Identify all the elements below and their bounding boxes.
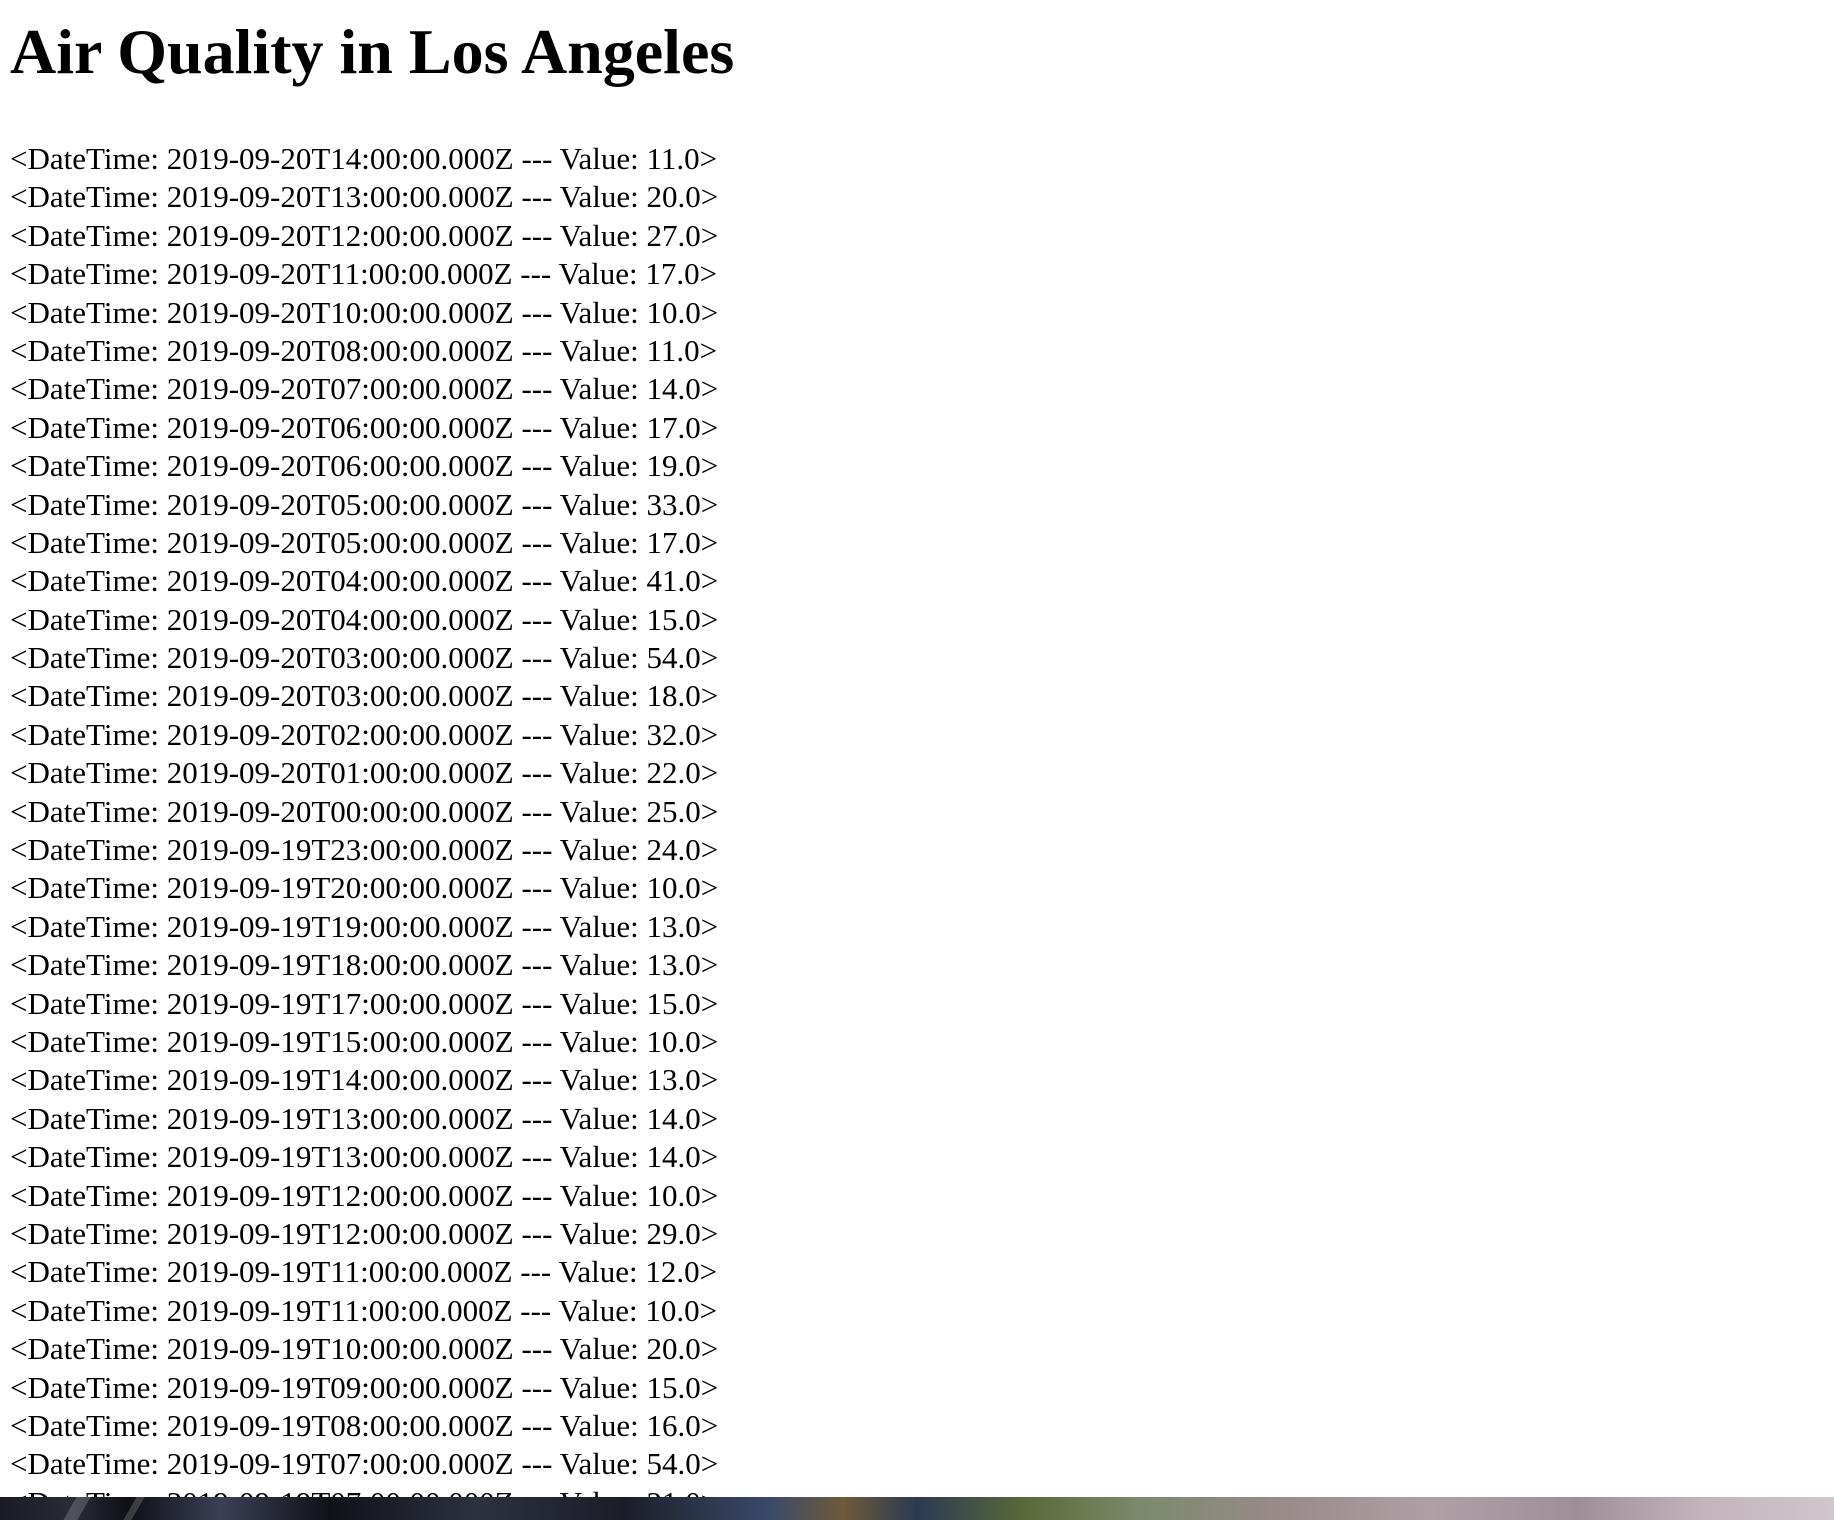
- reading-item: <DateTime: 2019-09-19T07:00:00.000Z --- …: [10, 1446, 719, 1482]
- reading-item: <DateTime: 2019-09-20T13:00:00.000Z --- …: [10, 179, 719, 215]
- wallpaper-streak: [63, 1497, 91, 1520]
- reading-item: <DateTime: 2019-09-20T05:00:00.000Z --- …: [10, 486, 719, 522]
- reading-item: <DateTime: 2019-09-19T20:00:00.000Z --- …: [10, 870, 719, 906]
- reading-item: <DateTime: 2019-09-19T08:00:00.000Z --- …: [10, 1407, 719, 1443]
- reading-item: <DateTime: 2019-09-20T04:00:00.000Z --- …: [10, 563, 719, 599]
- reading-item: <DateTime: 2019-09-20T00:00:00.000Z --- …: [10, 793, 719, 829]
- reading-item: <DateTime: 2019-09-20T11:00:00.000Z --- …: [10, 256, 718, 292]
- reading-item: <DateTime: 2019-09-20T06:00:00.000Z --- …: [10, 409, 719, 445]
- reading-item: <DateTime: 2019-09-19T09:00:00.000Z --- …: [10, 1369, 719, 1405]
- reading-item: <DateTime: 2019-09-20T08:00:00.000Z --- …: [10, 332, 718, 368]
- page-title: Air Quality in Los Angeles: [10, 16, 735, 87]
- reading-item: <DateTime: 2019-09-20T03:00:00.000Z --- …: [10, 640, 719, 676]
- reading-item: <DateTime: 2019-09-20T02:00:00.000Z --- …: [10, 716, 719, 752]
- reading-item: <DateTime: 2019-09-19T13:00:00.000Z --- …: [10, 1100, 719, 1136]
- reading-item: <DateTime: 2019-09-20T12:00:00.000Z --- …: [10, 217, 719, 253]
- desktop-wallpaper-strip: [0, 1497, 1834, 1520]
- reading-item: <DateTime: 2019-09-19T07:00:00.000Z --- …: [10, 1484, 718, 1497]
- readings-list: <DateTime: 2019-09-20T14:00:00.000Z --- …: [10, 140, 718, 1497]
- reading-item: <DateTime: 2019-09-19T23:00:00.000Z --- …: [10, 832, 719, 868]
- reading-item: <DateTime: 2019-09-20T10:00:00.000Z --- …: [10, 294, 719, 330]
- page-content: Air Quality in Los Angeles <DateTime: 20…: [0, 0, 1834, 1497]
- reading-item: <DateTime: 2019-09-19T11:00:00.000Z --- …: [10, 1254, 718, 1290]
- wallpaper-streak: [123, 1497, 145, 1520]
- reading-item: <DateTime: 2019-09-19T14:00:00.000Z --- …: [10, 1062, 719, 1098]
- reading-item: <DateTime: 2019-09-20T03:00:00.000Z --- …: [10, 678, 719, 714]
- reading-item: <DateTime: 2019-09-19T10:00:00.000Z --- …: [10, 1331, 719, 1367]
- reading-item: <DateTime: 2019-09-19T15:00:00.000Z --- …: [10, 1023, 719, 1059]
- reading-item: <DateTime: 2019-09-19T11:00:00.000Z --- …: [10, 1292, 718, 1328]
- reading-item: <DateTime: 2019-09-19T12:00:00.000Z --- …: [10, 1215, 719, 1251]
- reading-item: <DateTime: 2019-09-20T07:00:00.000Z --- …: [10, 371, 719, 407]
- reading-item: <DateTime: 2019-09-20T14:00:00.000Z --- …: [10, 141, 718, 176]
- reading-item: <DateTime: 2019-09-19T17:00:00.000Z --- …: [10, 985, 719, 1021]
- reading-item: <DateTime: 2019-09-20T04:00:00.000Z --- …: [10, 601, 719, 637]
- reading-item: <DateTime: 2019-09-19T18:00:00.000Z --- …: [10, 947, 719, 983]
- reading-item: <DateTime: 2019-09-19T13:00:00.000Z --- …: [10, 1139, 719, 1175]
- reading-item: <DateTime: 2019-09-19T12:00:00.000Z --- …: [10, 1177, 719, 1213]
- reading-item: <DateTime: 2019-09-19T19:00:00.000Z --- …: [10, 908, 719, 944]
- reading-item: <DateTime: 2019-09-20T01:00:00.000Z --- …: [10, 755, 719, 791]
- reading-item: <DateTime: 2019-09-20T05:00:00.000Z --- …: [10, 524, 719, 560]
- reading-item: <DateTime: 2019-09-20T06:00:00.000Z --- …: [10, 448, 719, 484]
